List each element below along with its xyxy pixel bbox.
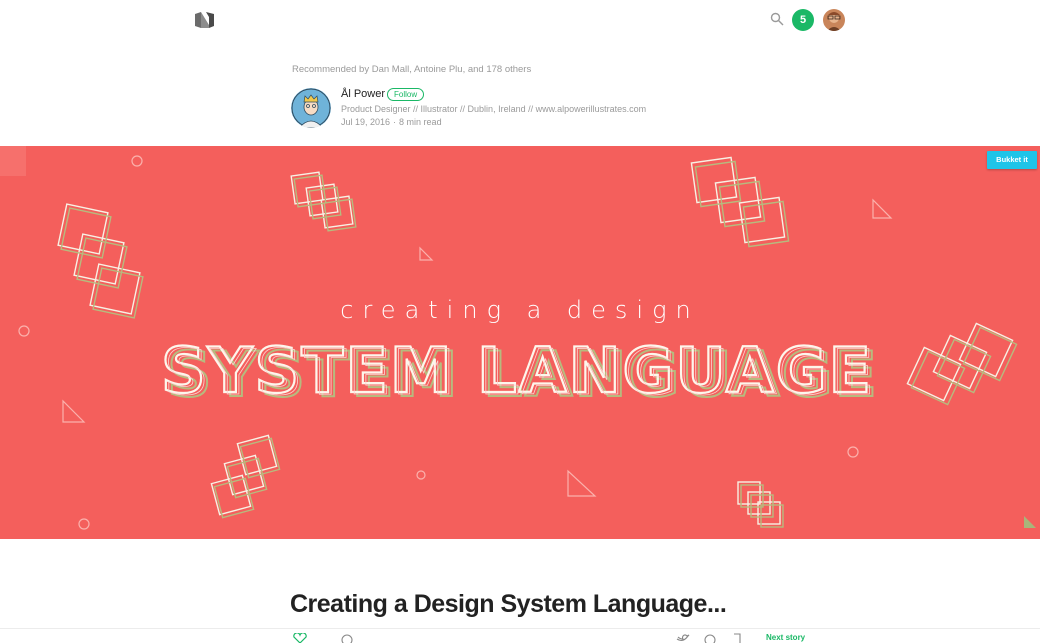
medium-logo-icon[interactable] bbox=[194, 11, 216, 29]
post-date: Jul 19, 2016 bbox=[341, 117, 391, 127]
user-avatar-icon[interactable] bbox=[823, 9, 845, 31]
bukket-it-button[interactable]: Bukket it bbox=[987, 151, 1037, 169]
hero-subtitle: creating a design bbox=[340, 296, 700, 324]
follow-button[interactable]: Follow bbox=[387, 88, 425, 101]
post-action-bar: Next story bbox=[0, 628, 1040, 643]
comment-icon[interactable] bbox=[340, 633, 354, 643]
search-icon[interactable] bbox=[770, 12, 784, 26]
recommended-by-text: Recommended by Dan Mall, Antoine Plu, an… bbox=[292, 64, 532, 75]
author-avatar[interactable] bbox=[291, 88, 331, 128]
notification-badge[interactable]: 5 bbox=[792, 9, 814, 31]
hero-title: SYSTEM LANGUAGE SYSTEM LANGUAGE SYSTEM L… bbox=[160, 334, 878, 406]
facebook-share-icon[interactable] bbox=[704, 633, 716, 643]
author-name[interactable]: Ål Power bbox=[341, 88, 385, 100]
hero-banner: creating a design SYSTEM LANGUAGE SYSTEM… bbox=[0, 146, 1040, 539]
next-story-link[interactable]: Next story bbox=[766, 633, 805, 642]
recommend-heart-icon[interactable] bbox=[292, 633, 308, 643]
top-navigation-bar: 5 bbox=[0, 0, 1040, 40]
post-meta: Jul 19, 2016 · 8 min read bbox=[341, 117, 442, 127]
meta-separator: · bbox=[393, 117, 397, 127]
hero-title-inline: SYSTEM LANGUAGE bbox=[164, 336, 876, 406]
bookmark-icon[interactable] bbox=[732, 633, 742, 643]
author-bio: Product Designer // Illustrator // Dubli… bbox=[341, 104, 647, 114]
twitter-share-icon[interactable] bbox=[676, 633, 690, 643]
read-time: 8 min read bbox=[399, 117, 442, 127]
article-title: Creating a Design System Language... bbox=[290, 590, 727, 618]
